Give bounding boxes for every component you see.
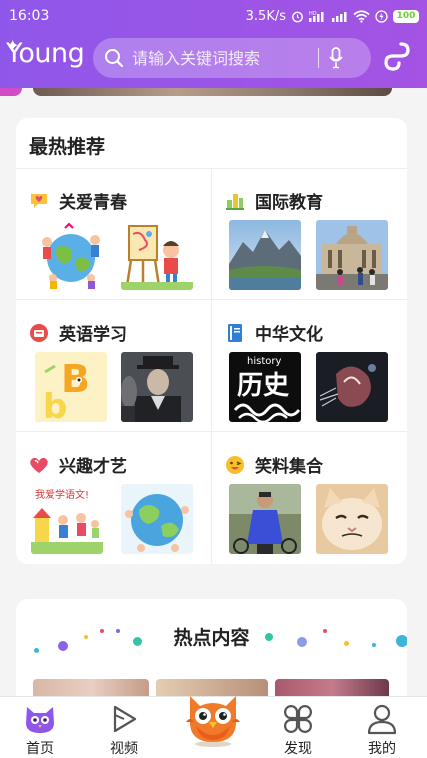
category-name: 兴趣才艺 (59, 457, 127, 477)
thumb-chinese-text: 我爱学语文! (35, 488, 89, 501)
thumbnail-image[interactable] (316, 352, 388, 422)
discover-icon (284, 705, 312, 733)
nav-home[interactable]: 首页 (10, 703, 70, 758)
nav-label: 首页 (26, 741, 54, 757)
thumbnail-image[interactable] (316, 220, 388, 290)
category-yingyu-xuexi[interactable]: 英语学习 Bb (16, 300, 211, 432)
thumbnail-image[interactable] (121, 220, 193, 290)
decor-dot (344, 641, 349, 646)
nav-mine[interactable]: 我的 (352, 703, 412, 758)
decor-dot (372, 643, 376, 647)
english-icon (29, 323, 49, 343)
thumbnail-image[interactable] (35, 220, 107, 290)
thumb-history-text: history (247, 356, 281, 367)
category-xiaoliao-jihe[interactable]: 笑料集合 (212, 432, 407, 564)
wifi-icon (353, 9, 370, 23)
hot-recommend-card: 最热推荐 关爱青春 国际教育 英语学习 B b 中华文化 history 历史 … (16, 118, 407, 564)
decor-dot (84, 635, 88, 639)
card-title: 最热推荐 (29, 136, 106, 158)
microphone-icon[interactable] (329, 47, 343, 69)
thumbnail-image[interactable]: Bb (35, 352, 107, 422)
status-icons: 3.5K/s HD 100 (246, 9, 419, 24)
charging-icon (375, 9, 388, 23)
signal-icon (332, 12, 347, 22)
book-icon (225, 323, 245, 343)
banner-image[interactable] (33, 88, 392, 96)
category-name: 国际教育 (255, 193, 323, 213)
thumbnail-image[interactable] (121, 484, 193, 554)
building-icon (225, 191, 245, 211)
status-bar: 16:03 3.5K/s HD 100 (0, 0, 427, 32)
alarm-icon (292, 11, 303, 22)
thumbnail-image[interactable] (229, 220, 301, 290)
play-icon (113, 705, 137, 733)
category-guanai-qingchun[interactable]: 关爱青春 (16, 168, 211, 300)
decor-dot (133, 637, 142, 646)
heart-icon (29, 455, 49, 475)
net-speed: 3.5K/s (245, 8, 286, 24)
search-box[interactable] (93, 38, 371, 78)
star-icon: ✦ (6, 36, 19, 55)
section-title: 热点内容 (173, 627, 250, 649)
category-xingqu-caiyi[interactable]: 兴趣才艺 我爱学语文! (16, 432, 211, 564)
battery-indicator: 100 (393, 9, 419, 23)
laugh-emoji-icon (225, 455, 245, 475)
thumb-lishi-text: 历史 (237, 371, 290, 401)
nav-discover[interactable]: 发现 (268, 703, 328, 758)
owl-mascot-icon (186, 696, 240, 747)
decor-dot (297, 637, 307, 647)
share-icon[interactable] (383, 42, 411, 72)
search-icon (105, 49, 124, 68)
thumbnail-image[interactable]: 我爱学语文! (31, 484, 103, 554)
nav-label: 我的 (368, 741, 396, 757)
app-logo[interactable]: ✦ Young (6, 36, 85, 69)
nav-label: 视频 (110, 741, 138, 757)
decor-dot (34, 648, 39, 653)
app-bar: ✦ Young (0, 32, 427, 88)
app-header: 16:03 3.5K/s HD 100 ✦ Young (0, 0, 427, 88)
thumbnail-image[interactable] (121, 352, 193, 422)
decor-dot (265, 633, 273, 641)
search-divider (318, 48, 319, 68)
decor-dot (58, 641, 68, 651)
category-name: 关爱青春 (59, 193, 127, 213)
user-icon (367, 704, 397, 735)
category-name: 英语学习 (59, 325, 127, 345)
status-time: 16:03 (9, 8, 50, 24)
decor-dot (323, 629, 327, 633)
decor-dot (396, 635, 407, 647)
decor-dot (116, 629, 120, 633)
category-name: 中华文化 (255, 325, 323, 345)
decor-dot (100, 629, 104, 633)
heart-bubble-icon (29, 191, 49, 211)
category-name: 笑料集合 (255, 457, 323, 477)
category-zhonghua-wenhua[interactable]: 中华文化 history 历史 (212, 300, 407, 432)
svg-text:b: b (43, 387, 67, 422)
owl-home-icon (26, 707, 54, 733)
thumbnail-image[interactable] (229, 484, 301, 554)
category-guoji-jiaoyu[interactable]: 国际教育 (212, 168, 407, 300)
banner-edge (0, 88, 22, 96)
svg-text:HD: HD (309, 11, 317, 17)
signal-icon: HD (309, 11, 324, 22)
thumbnail-image[interactable] (316, 484, 388, 554)
search-input[interactable] (132, 48, 312, 68)
thumbnail-image[interactable]: history 历史 (229, 352, 301, 422)
nav-center-mascot[interactable] (182, 686, 244, 748)
nav-video[interactable]: 视频 (94, 703, 154, 758)
nav-label: 发现 (284, 741, 312, 757)
